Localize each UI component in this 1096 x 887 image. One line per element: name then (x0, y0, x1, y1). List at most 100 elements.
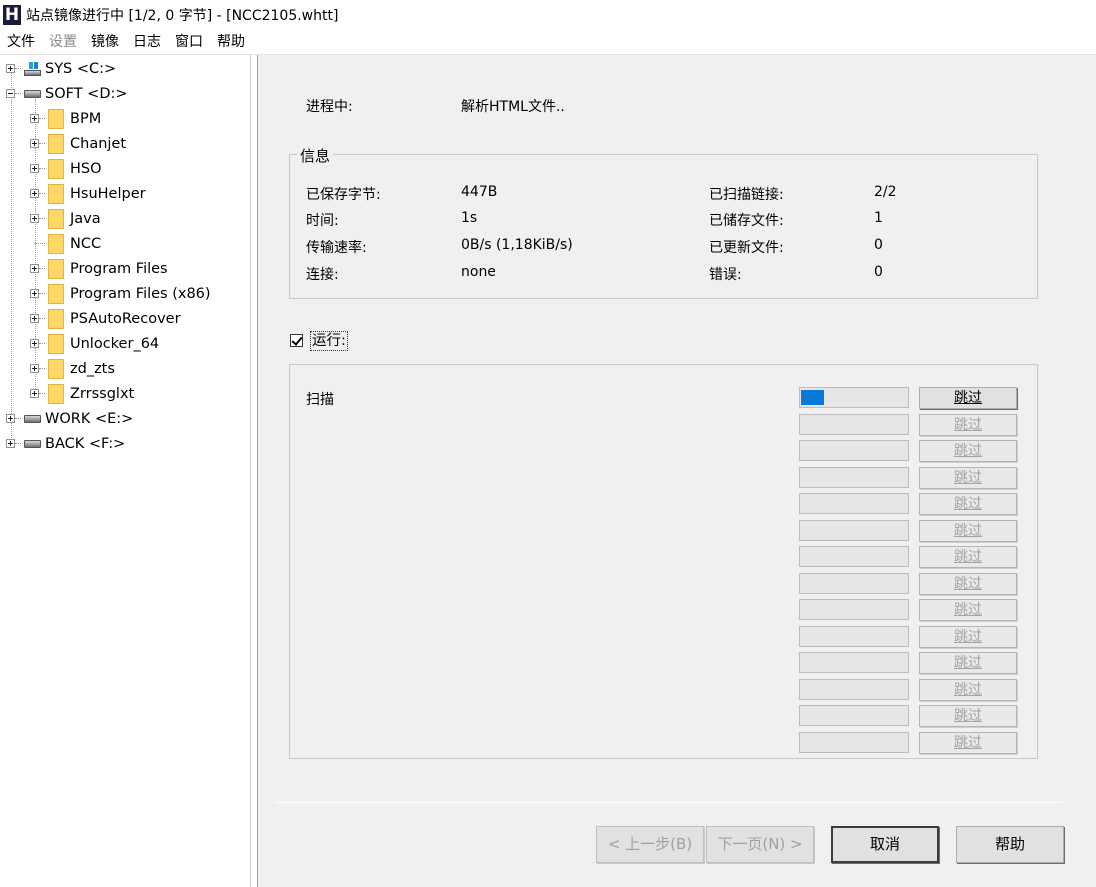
footer-separator (275, 802, 1063, 803)
tree-item-label: Java (70, 210, 101, 227)
drive-icon (24, 414, 41, 423)
tree-item-psautorecover[interactable]: PSAutoRecover (30, 306, 181, 331)
scan-progress-bar (799, 652, 909, 673)
skip-button[interactable]: 跳过 (919, 705, 1017, 727)
scanned-links-value: 2/2 (874, 184, 897, 200)
tree-item-unlocker[interactable]: Unlocker_64 (30, 331, 159, 356)
menu-window[interactable]: 窗口 (168, 31, 210, 53)
scan-progress-bar (799, 679, 909, 700)
directory-tree[interactable]: SYS <C:> SOFT <D:> BPM Chanjet HSO HsuHe… (0, 55, 251, 887)
tree-item-work[interactable]: WORK <E:> (6, 406, 133, 431)
tree-item-label: BACK <F:> (45, 435, 126, 452)
skip-button[interactable]: 跳过 (919, 493, 1017, 515)
errors-value: 0 (874, 264, 883, 280)
tree-item-label: Chanjet (70, 135, 127, 152)
expand-plus-icon[interactable] (30, 339, 39, 348)
skip-button[interactable]: 跳过 (919, 652, 1017, 674)
transfer-rate-label: 传输速率: (306, 240, 367, 256)
collapse-minus-icon[interactable] (6, 89, 15, 98)
folder-icon (48, 208, 64, 229)
drive-icon (24, 439, 41, 448)
tree-item-label: PSAutoRecover (70, 310, 181, 327)
run-checkbox-label[interactable]: 运行: (310, 331, 348, 351)
expand-plus-icon[interactable] (30, 264, 39, 273)
help-button[interactable]: 帮助 (956, 826, 1064, 863)
tree-item-soft[interactable]: SOFT <D:> (6, 81, 128, 106)
info-group (289, 154, 1038, 299)
menu-mirror[interactable]: 镜像 (84, 31, 126, 53)
scan-progress-bar (799, 732, 909, 753)
skip-button[interactable]: 跳过 (919, 387, 1017, 409)
tree-item-program-files-x86[interactable]: Program Files (x86) (30, 281, 211, 306)
connection-label: 连接: (306, 267, 339, 283)
tree-item-zd-zts[interactable]: zd_zts (30, 356, 115, 381)
updated-files-value: 0 (874, 237, 883, 253)
tree-item-sys[interactable]: SYS <C:> (6, 56, 116, 81)
menu-file[interactable]: 文件 (0, 31, 42, 53)
scan-progress-bar (799, 387, 909, 408)
next-button[interactable]: 下一页(N) > (706, 826, 814, 863)
scanned-links-label: 已扫描链接: (709, 187, 784, 203)
tree-item-chanjet[interactable]: Chanjet (30, 131, 126, 156)
expand-plus-icon[interactable] (30, 114, 39, 123)
saved-bytes-label: 已保存字节: (306, 187, 381, 203)
stored-files-label: 已储存文件: (709, 213, 784, 229)
menu-help[interactable]: 帮助 (210, 31, 252, 53)
tree-item-program-files[interactable]: Program Files (30, 256, 168, 281)
skip-button[interactable]: 跳过 (919, 626, 1017, 648)
expand-plus-icon[interactable] (30, 189, 39, 198)
tree-item-hso[interactable]: HSO (30, 156, 102, 181)
skip-button[interactable]: 跳过 (919, 732, 1017, 754)
title-bar: H 站点镜像进行中 [1/2, 0 字节] - [NCC2105.whtt] (0, 0, 1096, 29)
skip-button[interactable]: 跳过 (919, 414, 1017, 436)
folder-icon (48, 133, 64, 154)
expand-plus-icon[interactable] (30, 289, 39, 298)
expand-plus-icon[interactable] (30, 364, 39, 373)
expand-plus-icon[interactable] (6, 414, 15, 423)
skip-button-label: 跳过 (954, 443, 982, 459)
scan-progress-bar (799, 705, 909, 726)
skip-button[interactable]: 跳过 (919, 520, 1017, 542)
skip-button-label: 跳过 (954, 470, 982, 486)
expand-plus-icon[interactable] (30, 164, 39, 173)
skip-button[interactable]: 跳过 (919, 573, 1017, 595)
scan-progress-bar (799, 573, 909, 594)
expand-plus-icon[interactable] (6, 64, 15, 73)
expand-plus-icon[interactable] (30, 139, 39, 148)
scan-progress-bar (799, 626, 909, 647)
window-title: 站点镜像进行中 [1/2, 0 字节] - [NCC2105.whtt] (26, 7, 339, 24)
skip-button[interactable]: 跳过 (919, 467, 1017, 489)
errors-label: 错误: (709, 267, 742, 283)
skip-button[interactable]: 跳过 (919, 440, 1017, 462)
skip-button-label: 跳过 (954, 417, 982, 433)
skip-button-label: 跳过 (954, 682, 982, 698)
info-group-title: 信息 (297, 145, 334, 166)
skip-button[interactable]: 跳过 (919, 546, 1017, 568)
folder-icon (48, 258, 64, 279)
tree-item-zrrssglxt[interactable]: Zrrssglxt (30, 381, 134, 406)
menu-settings[interactable]: 设置 (42, 31, 84, 53)
run-checkbox[interactable] (290, 334, 303, 347)
tree-item-label: SYS <C:> (45, 60, 117, 77)
expand-plus-icon[interactable] (30, 389, 39, 398)
tree-item-hsuhelper[interactable]: HsuHelper (30, 181, 146, 206)
tree-item-bpm[interactable]: BPM (30, 106, 101, 131)
menu-log[interactable]: 日志 (126, 31, 168, 53)
folder-icon (48, 158, 64, 179)
scan-progress-bar (799, 546, 909, 567)
skip-button-label: 跳过 (954, 735, 982, 751)
tree-item-java[interactable]: Java (30, 206, 101, 231)
back-button[interactable]: < 上一步(B) (596, 826, 704, 863)
system-drive-icon (24, 61, 41, 76)
skip-button[interactable]: 跳过 (919, 679, 1017, 701)
scan-progress-bar (799, 520, 909, 541)
tree-item-back[interactable]: BACK <F:> (6, 431, 125, 456)
expand-plus-icon[interactable] (6, 439, 15, 448)
cancel-button[interactable]: 取消 (831, 826, 939, 863)
skip-button[interactable]: 跳过 (919, 599, 1017, 621)
expand-plus-icon[interactable] (30, 214, 39, 223)
expand-plus-icon[interactable] (30, 314, 39, 323)
scan-progress-bar (799, 599, 909, 620)
tree-item-ncc[interactable]: NCC (35, 231, 101, 256)
tree-item-label: HSO (70, 160, 102, 177)
